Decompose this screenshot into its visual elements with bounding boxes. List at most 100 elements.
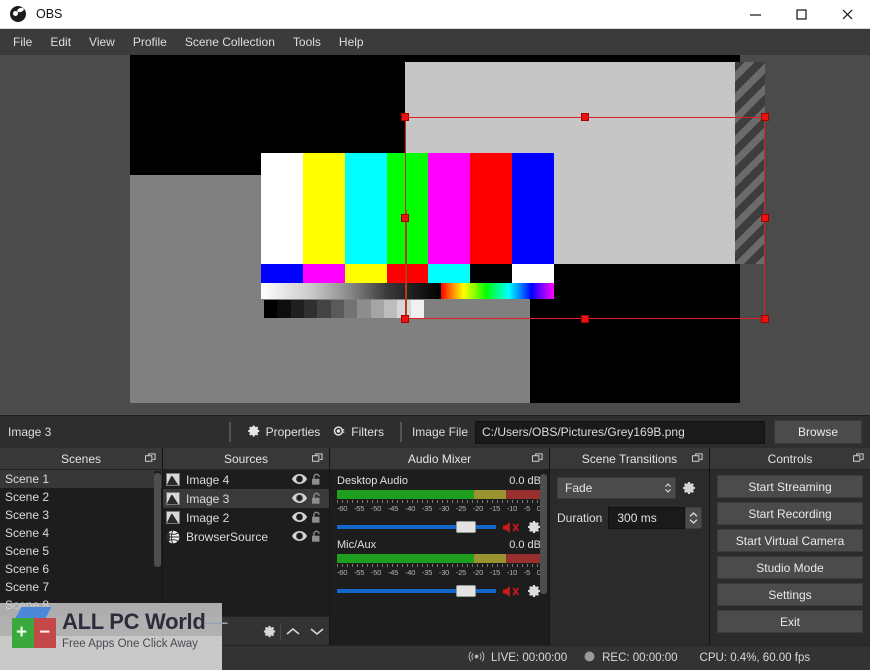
unlocked-icon[interactable]	[310, 530, 325, 543]
undock-icon[interactable]	[311, 453, 323, 464]
source-item-label: Image 4	[186, 472, 230, 487]
test-pattern-secondary-bars	[261, 264, 555, 283]
menu-item-help[interactable]: Help	[330, 31, 373, 53]
scene-transitions-dock: Scene Transitions Fade Duration 300 ms	[550, 448, 710, 645]
selection-handle-top-left[interactable]	[401, 113, 409, 121]
properties-button[interactable]: Properties	[241, 421, 327, 444]
scene-list-item[interactable]: Scene 4	[0, 524, 162, 542]
audio-mixer-scrollbar[interactable]	[540, 474, 547, 594]
mixer-scale-tick: -60	[337, 568, 348, 577]
selection-handle-top-center[interactable]	[581, 113, 589, 121]
source-list-item[interactable]: Image 4	[163, 470, 329, 489]
selection-handle-middle-right[interactable]	[761, 214, 769, 222]
undock-icon[interactable]	[531, 453, 543, 464]
source-list-item[interactable]: Image 2	[163, 508, 329, 527]
transition-select[interactable]: Fade	[557, 477, 676, 499]
selection-handle-middle-left[interactable]	[401, 214, 409, 222]
title-bar: OBS	[0, 0, 870, 29]
preview-canvas[interactable]	[130, 55, 765, 403]
scene-list-item[interactable]: Scene 7	[0, 578, 162, 596]
mixer-scale-tick: -20	[472, 568, 484, 577]
move-source-up-button[interactable]	[281, 626, 305, 637]
scene-list-item[interactable]: Scene 5	[0, 542, 162, 560]
selection-handle-bottom-left[interactable]	[401, 315, 409, 323]
image-icon	[166, 492, 180, 505]
scene-list-item[interactable]: Scene 1	[0, 470, 162, 488]
eye-icon[interactable]	[292, 511, 307, 524]
eye-icon[interactable]	[292, 530, 307, 543]
menu-item-profile[interactable]: Profile	[124, 31, 176, 53]
grey-step	[290, 300, 304, 318]
browse-button[interactable]: Browse	[774, 420, 862, 444]
scene-list-item[interactable]: Scene 6	[0, 560, 162, 578]
menu-item-edit[interactable]: Edit	[41, 31, 80, 53]
image-file-input[interactable]: C:/Users/OBS/Pictures/Grey169B.png	[475, 420, 765, 444]
preview-area[interactable]	[0, 55, 870, 415]
source-settings-button[interactable]	[259, 624, 279, 639]
menu-item-file[interactable]: File	[4, 31, 41, 53]
menu-item-scene-collection[interactable]: Scene Collection	[176, 31, 284, 53]
scene-item-label: Scene 6	[5, 562, 50, 576]
minimize-button[interactable]	[732, 0, 778, 29]
menu-item-tools[interactable]: Tools	[284, 31, 330, 53]
undock-icon[interactable]	[144, 453, 156, 464]
mixer-channel-level: 0.0 dB	[509, 475, 541, 487]
selection-handle-bottom-center[interactable]	[581, 315, 589, 323]
speaker-muted-icon[interactable]	[502, 584, 520, 598]
filters-button[interactable]: Filters	[326, 421, 390, 444]
undock-icon[interactable]	[852, 453, 864, 464]
scene-list-item[interactable]: Scene 3	[0, 506, 162, 524]
control-button-start-recording[interactable]: Start Recording	[717, 502, 863, 525]
color-bar-secondary	[512, 264, 555, 283]
scenes-dock-title: Scenes	[0, 448, 162, 470]
gear-icon[interactable]	[526, 583, 541, 598]
transition-select-arrows[interactable]	[660, 478, 675, 498]
gear-icon[interactable]	[526, 519, 541, 534]
mixer-scale-tick: -25	[455, 568, 467, 577]
test-pattern-grey-steps	[264, 300, 424, 318]
sources-list[interactable]: Image 4 Image 3 Image 2 BrowserSource	[163, 470, 329, 616]
mixer-scale-tick: -40	[404, 504, 416, 513]
mixer-channel: Desktop Audio 0.0 dB -60 -55 -50 -45 -40 -35 -30…	[330, 470, 549, 534]
unlocked-icon[interactable]	[310, 492, 325, 505]
volume-slider[interactable]	[337, 520, 496, 534]
control-button-settings[interactable]: Settings	[717, 583, 863, 606]
color-bar-secondary	[302, 264, 345, 283]
speaker-muted-icon[interactable]	[502, 520, 520, 534]
image-file-label: Image File	[411, 425, 468, 439]
transition-settings-button[interactable]	[676, 480, 702, 496]
selection-handle-bottom-right[interactable]	[761, 315, 769, 323]
scene-list-item[interactable]: Scene 2	[0, 488, 162, 506]
grey-step	[370, 300, 384, 318]
close-button[interactable]	[824, 0, 870, 29]
maximize-button[interactable]	[778, 0, 824, 29]
duration-stepper[interactable]	[685, 507, 702, 529]
move-source-down-button[interactable]	[305, 626, 329, 637]
source-list-item[interactable]: Image 3	[163, 489, 329, 508]
globe-icon	[166, 530, 180, 544]
scene-transitions-title-label: Scene Transitions	[581, 451, 678, 466]
grey-step	[264, 300, 278, 318]
scenes-scrollbar-thumb[interactable]	[154, 473, 161, 567]
scenes-list[interactable]: Scene 1 Scene 2 Scene 3 Scene 4 Scene 5 Scene…	[0, 470, 162, 616]
audio-mixer-body[interactable]: Desktop Audio 0.0 dB -60 -55 -50 -45 -40 -35 -30…	[330, 470, 549, 645]
unlocked-icon[interactable]	[310, 473, 325, 486]
mixer-channel-name: Desktop Audio	[337, 475, 408, 487]
control-button-start-virtual-camera[interactable]: Start Virtual Camera	[717, 529, 863, 552]
unlocked-icon[interactable]	[310, 511, 325, 524]
mixer-slider-row	[337, 583, 541, 598]
duration-input[interactable]: 300 ms	[608, 507, 685, 529]
eye-icon[interactable]	[292, 492, 307, 505]
volume-slider[interactable]	[337, 584, 496, 598]
eye-icon[interactable]	[292, 473, 307, 486]
mixer-db-scale: -60 -55 -50 -45 -40 -35 -30 -25 -20 -15 -10 -5 0	[337, 568, 541, 577]
control-button-studio-mode[interactable]: Studio Mode	[717, 556, 863, 579]
control-button-start-streaming[interactable]: Start Streaming	[717, 475, 863, 498]
toolbar-separator-1	[228, 422, 231, 442]
selection-handle-top-right[interactable]	[761, 113, 769, 121]
menu-item-view[interactable]: View	[80, 31, 124, 53]
source-list-item[interactable]: BrowserSource	[163, 527, 329, 546]
scenes-scrollbar[interactable]	[154, 471, 161, 615]
control-button-exit[interactable]: Exit	[717, 610, 863, 633]
undock-icon[interactable]	[691, 453, 703, 464]
